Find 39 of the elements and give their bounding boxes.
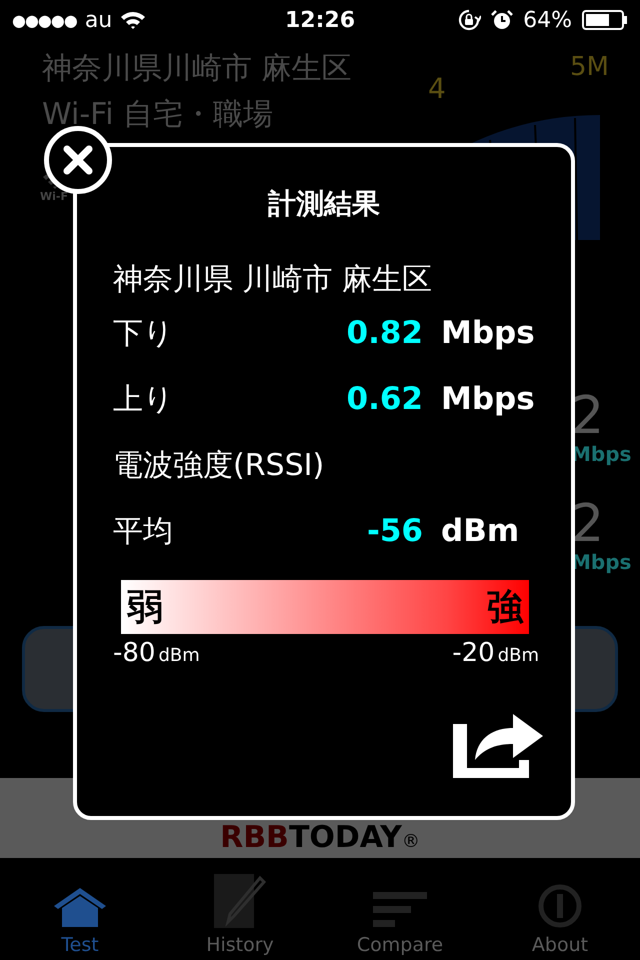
gauge-label: 4 <box>428 72 446 105</box>
tab[interactable]: Test <box>0 858 160 960</box>
strong-label: 強 <box>487 586 523 630</box>
tab[interactable]: History <box>160 858 320 960</box>
battery-icon <box>582 10 628 30</box>
row-label: 上り <box>113 380 175 418</box>
alarm-clock-icon <box>491 9 514 31</box>
tab[interactable]: Compare <box>320 858 480 960</box>
clock-time: 12:26 <box>284 8 356 32</box>
row-label: 平均 <box>113 512 174 550</box>
location-text: 神奈川県 川崎市 麻生区 <box>113 261 434 299</box>
row-label: 下り <box>113 314 175 352</box>
row-value: -56 <box>366 513 423 549</box>
network-label: Wi-Fi 自宅・職場 <box>42 96 274 134</box>
carrier-name: au <box>84 8 112 32</box>
row-value: 0.82 <box>346 315 423 351</box>
wifi-label: Wi-F <box>40 190 68 203</box>
location-label: 神奈川県川崎市 麻生区 <box>42 50 352 88</box>
weak-label: 弱 <box>127 586 163 630</box>
notepad-pencil-icon <box>214 874 266 928</box>
row-unit: Mbps <box>441 315 535 351</box>
row-value: 0.62 <box>346 381 423 417</box>
row-unit: Mbps <box>441 381 535 417</box>
speed-value: 2 <box>571 498 604 550</box>
section-label: 電波強度(RSSI) <box>113 446 326 484</box>
rotation-lock-icon <box>457 8 482 32</box>
row-unit: dBm <box>441 513 520 549</box>
gauge-label: 5M <box>570 52 609 82</box>
close-icon <box>63 145 93 175</box>
signal-dots: ●●●●● <box>12 10 77 30</box>
speed-value: 2 <box>571 390 604 442</box>
bars-icon <box>373 892 427 928</box>
scale-min-label: -80 dBm <box>113 638 200 668</box>
tab[interactable]: About <box>480 858 640 960</box>
battery-percent: 64% <box>523 8 572 32</box>
dialog-title: 計測結果 <box>266 186 381 222</box>
info-icon <box>538 884 582 928</box>
scale-max-label: -20 dBm <box>452 638 539 668</box>
banner-logo: RBBTODAY® <box>220 823 420 853</box>
